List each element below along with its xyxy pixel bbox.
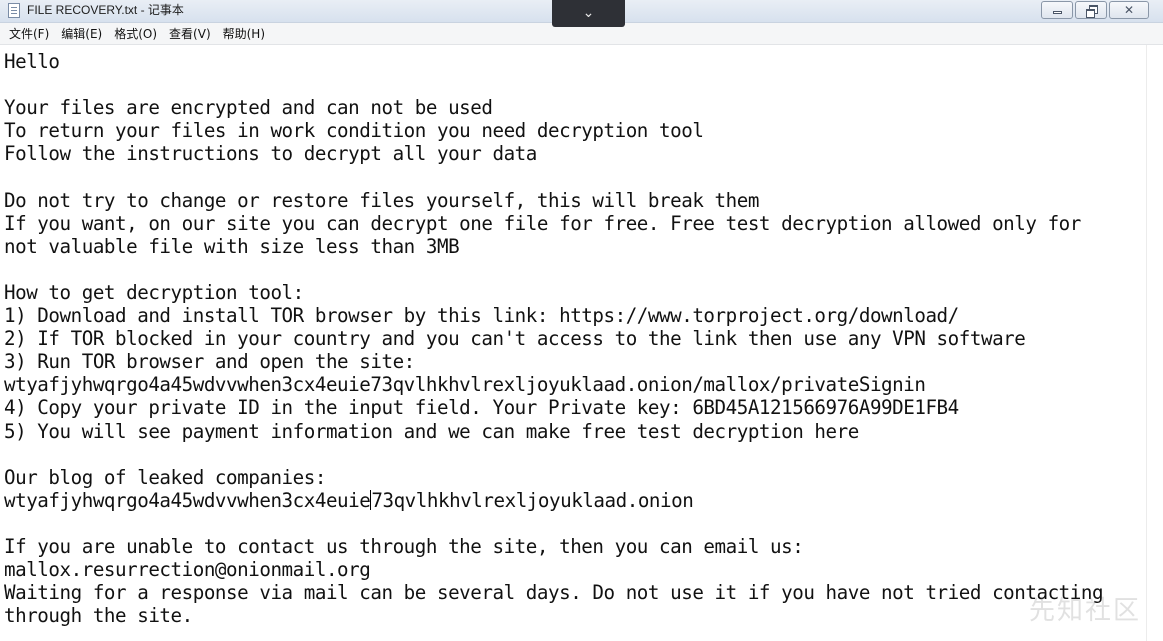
close-icon: ✕ [1123, 3, 1135, 17]
text-line: Hello [4, 50, 60, 73]
text-line [4, 165, 1103, 188]
restore-icon [1086, 5, 1098, 18]
minimize-icon [1053, 11, 1062, 14]
window-title: FILE RECOVERY.txt - 记事本 [27, 3, 184, 17]
restore-button[interactable] [1075, 1, 1107, 19]
close-button[interactable]: ✕ [1109, 1, 1149, 19]
text-line: 4) Copy your private ID in the input fie… [4, 396, 959, 420]
text-line [4, 512, 1103, 535]
text-line: 3) Run TOR browser and open the site: [4, 350, 415, 374]
text-line: not valuable file with size less than 3M… [4, 234, 460, 258]
text-line: If you want, on our site you can decrypt… [4, 211, 1081, 235]
menu-edit[interactable]: 编辑(E) [57, 25, 106, 43]
text-line [4, 258, 1103, 281]
text-line: Our blog of leaked companies: [4, 465, 326, 489]
text-line [4, 73, 1103, 96]
menu-file[interactable]: 文件(F) [5, 25, 53, 43]
document-text: Hello Your files are encrypted and can n… [4, 50, 1104, 628]
text-line: 2) If TOR blocked in your country and yo… [4, 327, 1026, 351]
notepad-window: FILE RECOVERY.txt - 记事本 ✕ ⌄ 文件(F) 编辑(E) … [0, 0, 1163, 641]
text-line: through the site. [4, 604, 193, 628]
text-editor[interactable]: Hello Your files are encrypted and can n… [0, 45, 1146, 641]
blog-address-end: 73qvlhkhvlrexljoyuklaad.onion [371, 488, 694, 512]
notepad-icon[interactable] [8, 3, 20, 18]
watermark: 先知社区 [1028, 596, 1141, 626]
text-line [4, 443, 1103, 466]
overlay-dropdown-tab[interactable]: ⌄ [552, 0, 625, 27]
minimize-button[interactable] [1041, 1, 1073, 19]
menu-view[interactable]: 查看(V) [165, 25, 215, 43]
chevron-down-icon: ⌄ [582, 5, 595, 21]
blog-address-line: wtyafjyhwqrgo4a45wdvvwhen3cx4euie73qvlhk… [4, 489, 1103, 512]
text-line: mallox.resurrection@onionmail.org [4, 558, 371, 582]
text-line: 1) Download and install TOR browser by t… [4, 304, 959, 328]
text-line: 5) You will see payment information and … [4, 419, 859, 443]
menu-format[interactable]: 格式(O) [110, 25, 161, 43]
text-line: How to get decryption tool: [4, 280, 304, 304]
blog-address-start: wtyafjyhwqrgo4a45wdvvwhen3cx4euie [4, 488, 371, 512]
text-line: Your files are encrypted and can not be … [4, 96, 493, 120]
text-line: wtyafjyhwqrgo4a45wdvvwhen3cx4euie73qvlhk… [4, 373, 926, 397]
window-controls: ✕ [1039, 1, 1149, 19]
text-line: Do not try to change or restore files yo… [4, 188, 759, 212]
text-line: Waiting for a response via mail can be s… [4, 581, 1104, 605]
text-line: If you are unable to contact us through … [4, 534, 804, 558]
text-line: To return your files in work condition y… [4, 119, 704, 143]
menu-help[interactable]: 帮助(H) [219, 25, 269, 43]
vertical-scrollbar[interactable] [1146, 45, 1163, 641]
text-line: Follow the instructions to decrypt all y… [4, 142, 537, 166]
